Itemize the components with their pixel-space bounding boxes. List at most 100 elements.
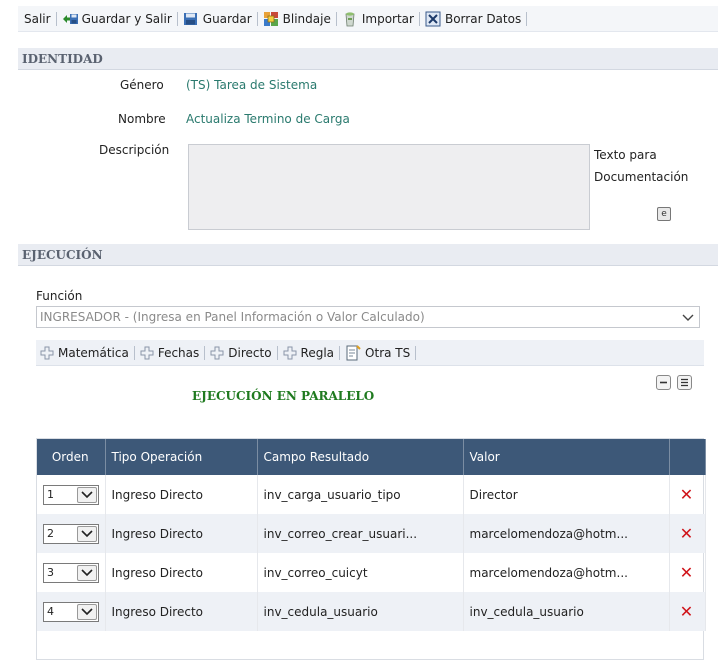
toolbar-divider (256, 11, 258, 26)
order-select[interactable]: 4 (43, 601, 99, 622)
menu-icon[interactable] (677, 375, 692, 390)
cell-tipo-operacion: Ingreso Directo (105, 553, 258, 592)
shield-button[interactable]: Blindaje (263, 11, 331, 27)
toolbar-divider (526, 11, 528, 26)
cell-orden: 2 (37, 514, 106, 553)
documentation-icon[interactable]: e (657, 207, 671, 221)
main-toolbar: Salir Guardar y Salir Guardar Blindaje I… (18, 6, 718, 32)
add-rule-button[interactable]: Regla (283, 345, 335, 360)
section-ejecucion-header: EJECUCIÓN (18, 244, 718, 266)
add-dates-button[interactable]: Fechas (140, 346, 199, 360)
delete-row-icon[interactable]: ✕ (669, 514, 706, 553)
save-exit-icon (62, 11, 78, 27)
add-direct-label: Directo (228, 345, 272, 360)
genero-label: Género (120, 78, 164, 92)
cell-orden: 3 (37, 553, 106, 592)
cell-valor: inv_cedula_usuario (463, 592, 670, 631)
exit-button[interactable]: Salir (24, 12, 51, 26)
descripcion-label: Descripción (99, 143, 170, 157)
documentation-note: Texto para Documentación (594, 144, 688, 188)
shield-label: Blindaje (282, 11, 331, 26)
cell-campo-resultado: inv_correo_crear_usuari... (257, 514, 464, 553)
cell-campo-resultado: inv_correo_cuicyt (257, 553, 464, 592)
table-row[interactable]: 4 Ingreso Directo inv_cedula_usuario inv… (37, 592, 706, 631)
parallel-execution-title: EJECUCIÓN EN PARALELO (192, 389, 375, 403)
table-row[interactable]: 1 Ingreso Directo inv_carga_usuario_tipo… (37, 475, 706, 514)
add-dates-label: Fechas (157, 345, 200, 360)
add-direct-button[interactable]: Directo (210, 345, 272, 360)
funcion-select-value: INGRESADOR - (Ingresa en Panel Informaci… (40, 310, 425, 324)
nombre-value: Actualiza Termino de Carga (186, 112, 350, 126)
nombre-label: Nombre (118, 112, 166, 126)
plus-icon (210, 346, 224, 360)
operations-table: Orden Tipo Operación Campo Resultado Val… (37, 439, 706, 631)
order-select[interactable]: 2 (43, 523, 99, 544)
shield-lock-icon (263, 11, 279, 27)
section-identidad-title: IDENTIDAD (22, 51, 103, 66)
toolbar-divider (176, 11, 178, 26)
toolbar-divider (276, 345, 278, 360)
delete-row-icon[interactable]: ✕ (669, 553, 706, 592)
chevron-down-icon (77, 564, 97, 581)
order-select-value: 1 (47, 488, 54, 501)
descripcion-textarea[interactable] (188, 144, 590, 230)
cell-orden: 4 (37, 592, 106, 631)
add-math-button[interactable]: Matemática (40, 346, 129, 360)
order-select[interactable]: 3 (43, 562, 99, 583)
import-label: Importar (361, 11, 414, 26)
column-header-actions (669, 439, 706, 475)
cell-valor: marcelomendoza@hotm... (463, 553, 670, 592)
toolbar-divider (55, 11, 57, 26)
chevron-down-icon (681, 310, 695, 324)
delete-data-button[interactable]: Borrar Datos (425, 11, 521, 27)
table-header-row: Orden Tipo Operación Campo Resultado Val… (37, 439, 706, 475)
table-row[interactable]: 3 Ingreso Directo inv_correo_cuicyt marc… (37, 553, 706, 592)
chevron-down-icon (77, 603, 97, 620)
add-rule-label: Regla (300, 345, 335, 360)
plus-icon (283, 346, 297, 360)
section-identidad-header: IDENTIDAD (18, 48, 718, 70)
column-header-orden[interactable]: Orden (37, 439, 106, 475)
plus-icon (140, 346, 154, 360)
save-label: Guardar (202, 11, 252, 26)
order-select-value: 4 (47, 605, 54, 618)
cell-campo-resultado: inv_cedula_usuario (257, 592, 464, 631)
order-select[interactable]: 1 (43, 484, 99, 505)
column-header-campo-resultado[interactable]: Campo Resultado (257, 439, 464, 475)
section-ejecucion-title: EJECUCIÓN (22, 247, 103, 262)
toolbar-divider (339, 345, 341, 360)
cell-orden: 1 (37, 475, 106, 514)
save-exit-button[interactable]: Guardar y Salir (62, 11, 172, 27)
table-row[interactable]: 2 Ingreso Directo inv_correo_crear_usuar… (37, 514, 706, 553)
funcion-select[interactable]: INGRESADOR - (Ingresa en Panel Informaci… (36, 306, 700, 328)
new-doc-icon (345, 344, 361, 361)
add-math-label: Matemática (58, 345, 129, 360)
funcion-label: Función (36, 289, 83, 303)
operations-grid: Orden Tipo Operación Campo Resultado Val… (36, 438, 706, 660)
exit-button-label: Salir (24, 11, 51, 26)
doc-note-line2: Documentación (594, 170, 689, 184)
add-other-ts-button[interactable]: Otra TS (345, 344, 411, 361)
save-button[interactable]: Guardar (183, 11, 252, 27)
minimize-icon[interactable] (656, 375, 671, 390)
order-select-value: 2 (47, 527, 54, 540)
delete-data-label: Borrar Datos (444, 11, 522, 26)
add-other-ts-label: Otra TS (365, 345, 411, 360)
chevron-down-icon (77, 525, 97, 542)
column-header-tipo-operacion[interactable]: Tipo Operación (105, 439, 258, 475)
toolbar-divider (133, 345, 135, 360)
operations-toolbar: Matemática Fechas Directo Regla Otra TS (36, 340, 704, 366)
toolbar-divider (415, 345, 417, 360)
save-exit-label: Guardar y Salir (81, 11, 172, 26)
toolbar-divider (204, 345, 206, 360)
toolbar-divider (418, 11, 420, 26)
plus-icon (40, 346, 54, 360)
order-select-value: 3 (47, 566, 54, 579)
delete-row-icon[interactable]: ✕ (669, 592, 706, 631)
column-header-valor[interactable]: Valor (463, 439, 670, 475)
delete-row-icon[interactable]: ✕ (669, 475, 706, 514)
import-button[interactable]: Importar (342, 11, 414, 27)
cell-tipo-operacion: Ingreso Directo (105, 514, 258, 553)
cell-campo-resultado: inv_carga_usuario_tipo (257, 475, 464, 514)
cell-valor: marcelomendoza@hotm... (463, 514, 670, 553)
